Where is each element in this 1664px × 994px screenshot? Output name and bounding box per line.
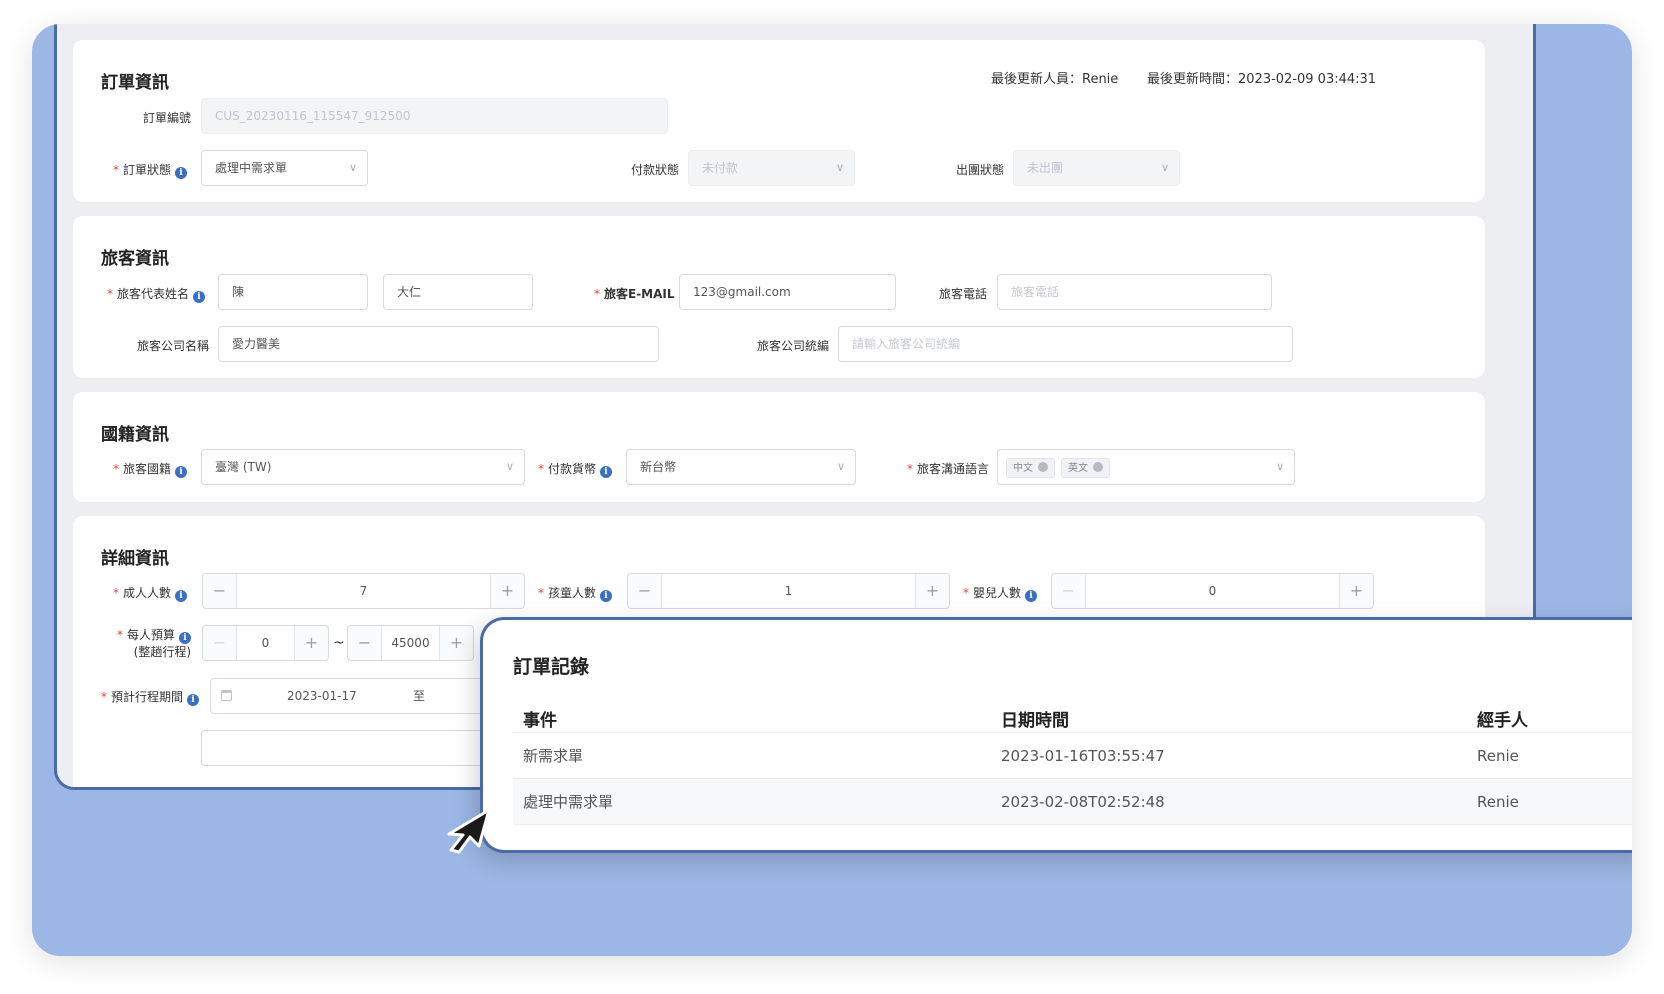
datetime-cell: 2023-02-08T02:52:48 [1001,793,1165,811]
decrement-button[interactable]: − [628,574,662,608]
next-field-partial[interactable] [201,730,501,766]
info-icon: i [600,590,613,602]
traveler-email-label: * 旅客E-MAIL [594,287,675,301]
language-tag[interactable]: 中文 [1006,457,1055,478]
order-number-label: 訂單編號 [143,111,192,125]
info-icon: i [175,466,188,478]
last-updated: 最後更新時間：2023-02-09 03:44:31 [1147,72,1377,87]
remove-tag-icon[interactable] [1038,461,1048,472]
chevron-down-icon: ∨ [1275,460,1284,473]
handler-cell: Renie [1477,793,1519,811]
calendar-icon [221,690,232,701]
adults-label: * 成人人數 i [113,584,188,602]
nationality-info-card: 國籍資訊 * 旅客國籍 i 臺灣 (TW) ∨ * 付款貨幣 i 新台幣 ∨ * 旅客溝通… [73,392,1485,502]
order-status-select[interactable]: 處理中需求單 ∨ [201,150,368,186]
event-cell: 處理中需求單 [523,793,614,811]
departure-status-select[interactable]: 未出團 ∨ [1013,150,1180,186]
datetime-cell: 2023-01-16T03:55:47 [1001,747,1165,765]
increment-button[interactable]: + [439,626,473,660]
chevron-down-icon: ∨ [1160,161,1169,174]
decrement-button[interactable]: − [203,574,237,608]
info-icon: i [193,291,206,303]
infants-stepper[interactable]: − 0 + [1051,573,1374,609]
traveler-info-title: 旅客資訊 [101,249,169,269]
event-cell: 新需求單 [523,747,584,765]
traveler-name-label: * 旅客代表姓名 i [107,285,206,303]
increment-button[interactable]: + [490,574,524,608]
traveler-phone-label: 旅客電話 [939,287,988,301]
departure-status-label: 出團狀態 [956,163,1005,177]
period-start-value: 2023-01-17 [287,689,357,703]
children-label: * 孩童人數 i [538,584,613,602]
order-number-value: CUS_20230116_115547_912500 [215,109,411,123]
currency-label: * 付款貨幣 i [538,460,613,478]
handler-cell: Renie [1477,747,1519,765]
country-label: * 旅客國籍 i [113,460,188,478]
infants-label: * 嬰兒人數 i [963,584,1038,602]
chevron-down-icon: ∨ [348,161,357,174]
payment-status-label: 付款狀態 [631,163,680,177]
table-row: 處理中需求單 2023-02-08T02:52:48 Renie [513,778,1632,825]
decrement-button[interactable]: − [348,626,382,660]
last-name-input[interactable]: 陳 [218,274,368,310]
budget-max-stepper[interactable]: − 45000 + [347,625,474,661]
country-select[interactable]: 臺灣 (TW) ∨ [201,449,525,485]
payment-status-select[interactable]: 未付款 ∨ [688,150,855,186]
showcase-background: 訂單資訊 最後更新人員：Renie 最後更新時間：2023-02-09 03:4… [32,24,1632,956]
language-tag[interactable]: 英文 [1061,457,1110,478]
increment-button[interactable]: + [915,574,949,608]
chevron-down-icon: ∨ [836,460,845,473]
first-name-input[interactable]: 大仁 [383,274,533,310]
language-label: * 旅客溝通語言 [907,462,990,476]
traveler-company-label: 旅客公司名稱 [137,339,210,353]
column-header-handler: 經手人 [1477,711,1528,731]
decrement-button[interactable]: − [1052,574,1086,608]
budget-label: * 每人預算 i (整趟行程) [117,628,192,659]
remove-tag-icon[interactable] [1093,461,1103,472]
budget-range-separator: ~ [333,635,345,651]
order-status-label: * 訂單狀態 i [113,161,188,179]
period-to-label: 至 [413,689,426,703]
order-number-field[interactable]: CUS_20230116_115547_912500 [201,98,668,134]
traveler-company-input[interactable]: 愛力醫美 [218,326,659,362]
period-label: * 預計行程期間 i [101,688,200,706]
table-row: 新需求單 2023-01-16T03:55:47 Renie [513,732,1632,779]
mouse-pointer-icon [447,808,491,854]
column-header-event: 事件 [523,711,557,731]
traveler-info-card: 旅客資訊 * 旅客代表姓名 i 陳 大仁 * 旅客E-MAIL 123@gmail.c… [73,216,1485,378]
decrement-button[interactable]: − [203,626,237,660]
column-header-datetime: 日期時間 [1001,711,1069,731]
detail-info-title: 詳細資訊 [101,549,169,569]
order-info-card: 訂單資訊 最後更新人員：Renie 最後更新時間：2023-02-09 03:4… [73,40,1485,202]
traveler-tax-input[interactable]: 請輸入旅客公司統編 [838,326,1293,362]
currency-select[interactable]: 新台幣 ∨ [626,449,856,485]
info-icon: i [1025,590,1038,602]
info-icon: i [187,694,200,706]
chevron-down-icon: ∨ [505,460,514,473]
info-icon: i [175,590,188,602]
info-icon: i [175,167,188,179]
traveler-tax-label: 旅客公司統編 [757,339,830,353]
budget-min-stepper[interactable]: − 0 + [202,625,329,661]
order-records-panel: 訂單記錄 事件 日期時間 經手人 新需求單 2023-01-16T03:55:4… [480,617,1632,853]
period-range-picker[interactable]: 2023-01-17 至 [210,678,510,714]
traveler-email-input[interactable]: 123@gmail.com [679,274,896,310]
increment-button[interactable]: + [1339,574,1373,608]
info-icon: i [179,632,192,644]
adults-stepper[interactable]: − 7 + [202,573,525,609]
children-stepper[interactable]: − 1 + [627,573,950,609]
last-editor: 最後更新人員：Renie [991,72,1119,87]
order-info-title: 訂單資訊 [101,73,169,93]
increment-button[interactable]: + [294,626,328,660]
order-records-title: 訂單記錄 [513,656,590,678]
traveler-phone-input[interactable]: 旅客電話 [997,274,1272,310]
chevron-down-icon: ∨ [835,161,844,174]
info-icon: i [600,466,613,478]
nationality-info-title: 國籍資訊 [101,425,169,445]
language-multiselect[interactable]: 中文 英文 ∨ [997,449,1295,485]
